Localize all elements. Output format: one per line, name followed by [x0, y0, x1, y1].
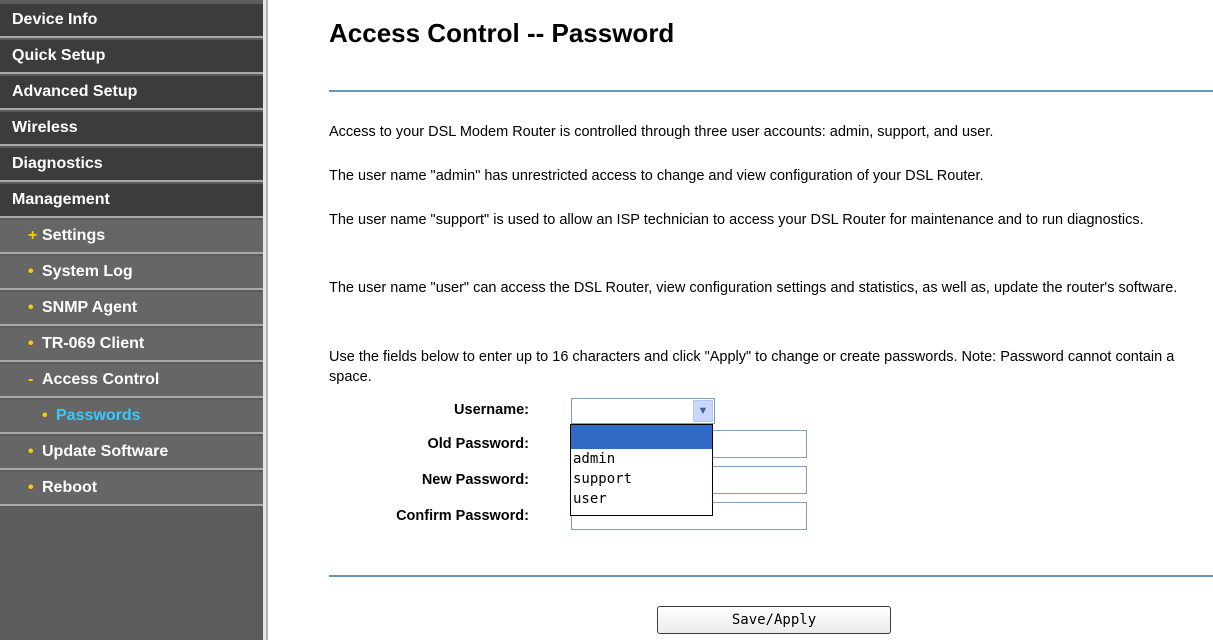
dropdown-option-support[interactable]: support	[571, 469, 712, 489]
sidebar-item-label: Reboot	[42, 479, 98, 496]
bullet-icon: •	[28, 263, 34, 280]
intro-paragraph: Access to your DSL Modem Router is contr…	[329, 124, 994, 140]
username-select[interactable]: ▼	[571, 398, 715, 424]
sidebar-item-label: System Log	[42, 263, 133, 280]
sidebar-item-access-control[interactable]: - Access Control	[0, 364, 263, 398]
save-apply-button[interactable]: Save/Apply	[657, 606, 891, 634]
sidebar-item-wireless[interactable]: Wireless	[0, 112, 263, 146]
sidebar-item-label: Diagnostics	[12, 155, 103, 172]
sidebar-item-update-software[interactable]: • Update Software	[0, 436, 263, 470]
sidebar-item-label: SNMP Agent	[42, 299, 138, 316]
sidebar-item-system-log[interactable]: • System Log	[0, 256, 263, 290]
dropdown-option-blank[interactable]	[571, 425, 712, 449]
bullet-icon: •	[28, 479, 34, 496]
sidebar-item-label: Access Control	[42, 371, 160, 388]
username-dropdown-list: admin support user	[570, 424, 713, 516]
page-title: Access Control -- Password	[329, 18, 675, 48]
sidebar-item-label: Update Software	[42, 443, 169, 460]
sidebar-item-passwords[interactable]: • Passwords	[0, 400, 263, 434]
dropdown-option-user[interactable]: user	[571, 489, 712, 509]
confirm-password-label: Confirm Password:	[396, 508, 529, 524]
old-password-label: Old Password:	[427, 436, 529, 452]
sidebar-item-quick-setup[interactable]: Quick Setup	[0, 40, 263, 74]
bullet-icon: •	[28, 299, 34, 316]
admin-paragraph: The user name "admin" has unrestricted a…	[329, 168, 984, 184]
sidebar-item-label: Advanced Setup	[12, 83, 138, 100]
sidebar-item-settings[interactable]: + Settings	[0, 220, 263, 254]
sidebar-item-label: Passwords	[56, 407, 141, 424]
minus-icon: -	[28, 371, 34, 388]
bullet-icon: •	[28, 443, 34, 460]
sidebar-item-advanced-setup[interactable]: Advanced Setup	[0, 76, 263, 110]
sidebar-item-tr069-client[interactable]: • TR-069 Client	[0, 328, 263, 362]
user-paragraph: The user name "user" can access the DSL …	[329, 280, 1178, 296]
sidebar-item-snmp-agent[interactable]: • SNMP Agent	[0, 292, 263, 326]
sidebar-item-label: TR-069 Client	[42, 335, 145, 352]
sidebar-item-management[interactable]: Management	[0, 184, 263, 218]
sidebar-item-diagnostics[interactable]: Diagnostics	[0, 148, 263, 182]
sidebar-divider	[263, 0, 268, 640]
sidebar-item-label: Settings	[42, 227, 106, 244]
dropdown-option-admin[interactable]: admin	[571, 449, 712, 469]
sidebar-item-label: Wireless	[12, 119, 78, 136]
instructions-paragraph: Use the fields below to enter up to 16 c…	[329, 349, 1175, 385]
sidebar-item-device-info[interactable]: Device Info	[0, 4, 263, 38]
sidebar-item-reboot[interactable]: • Reboot	[0, 472, 263, 506]
bullet-icon: •	[42, 407, 48, 424]
sidebar-item-label: Device Info	[12, 11, 98, 28]
chevron-down-icon[interactable]: ▼	[693, 400, 713, 422]
divider	[329, 90, 1213, 92]
plus-icon: +	[28, 227, 38, 244]
new-password-label: New Password:	[421, 472, 529, 488]
username-label: Username:	[454, 402, 529, 418]
sidebar: Device Info Quick Setup Advanced Setup W…	[0, 0, 263, 640]
sidebar-item-label: Quick Setup	[12, 47, 106, 64]
divider	[329, 575, 1213, 577]
sidebar-item-label: Management	[12, 191, 110, 208]
support-paragraph: The user name "support" is used to allow…	[329, 212, 1144, 228]
bullet-icon: •	[28, 335, 34, 352]
